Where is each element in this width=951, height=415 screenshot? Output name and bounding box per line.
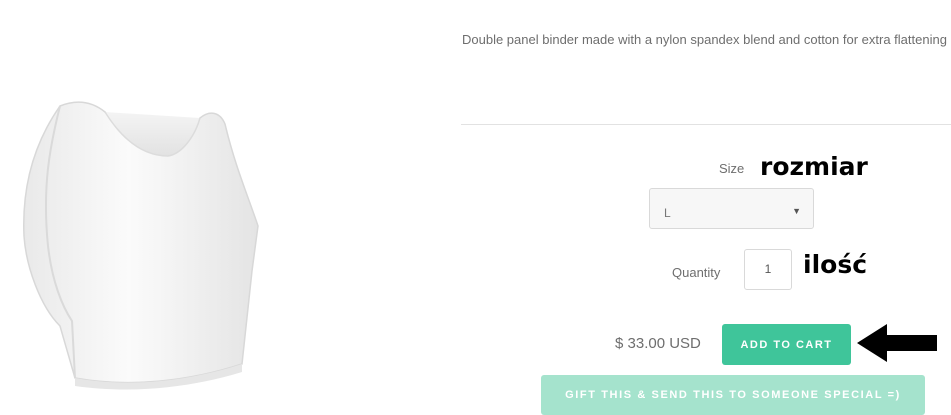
- size-label: Size: [719, 161, 745, 176]
- quantity-label: Quantity: [672, 265, 721, 280]
- price: $ 33.00 USD: [615, 335, 701, 352]
- arrow-left-icon: [857, 324, 937, 362]
- size-select[interactable]: L ▼: [649, 188, 814, 229]
- divider: [461, 124, 951, 125]
- product-description: Double panel binder made with a nylon sp…: [462, 32, 947, 47]
- size-select-value: L: [664, 206, 671, 220]
- size-annotation: rozmiar: [760, 152, 868, 181]
- quantity-input[interactable]: 1: [744, 249, 792, 290]
- product-image: [23, 101, 259, 390]
- quantity-annotation: ilość: [803, 250, 868, 279]
- gift-button[interactable]: GIFT THIS & SEND THIS TO SOMEONE SPECIAL…: [541, 375, 925, 415]
- add-to-cart-button[interactable]: ADD TO CART: [722, 324, 851, 365]
- chevron-down-icon: ▼: [792, 206, 801, 216]
